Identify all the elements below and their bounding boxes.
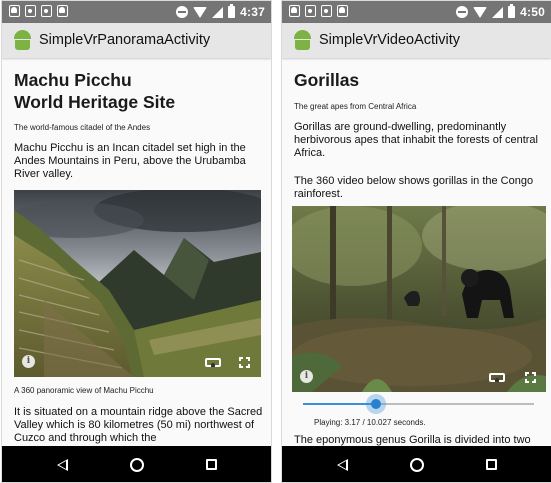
recents-icon[interactable] <box>206 459 217 470</box>
fullscreen-icon[interactable] <box>239 357 250 368</box>
video-frame[interactable] <box>292 206 546 392</box>
video-seek-bar[interactable] <box>303 394 534 414</box>
photo-notification-icon <box>41 5 52 17</box>
back-icon[interactable] <box>337 459 348 471</box>
page-title: Gorillas <box>294 70 360 90</box>
video-intro-paragraph: The 360 video below shows gorillas in th… <box>294 175 534 200</box>
app-bar: SimpleVrPanoramaActivity <box>2 23 271 58</box>
panorama-caption: A 360 panoramic view of Machu Picchu <box>14 386 154 395</box>
info-icon[interactable]: i <box>22 355 35 368</box>
android-notification-icon <box>57 5 68 17</box>
navigation-bar <box>2 446 271 482</box>
playback-status: Playing: 3.17 / 10.027 seconds. <box>314 418 426 427</box>
page-subtitle: The great apes from Central Africa <box>294 102 417 111</box>
panorama-view[interactable]: i <box>14 190 261 377</box>
page-title-line1: Machu Picchu <box>14 70 132 90</box>
battery-icon <box>228 4 236 18</box>
android-notification-icon <box>9 5 20 17</box>
android-notification-icon <box>337 5 348 17</box>
home-icon[interactable] <box>130 458 144 472</box>
photo-notification-icon <box>25 5 36 17</box>
wifi-icon <box>193 6 208 18</box>
status-bar: 4:37 <box>2 1 271 23</box>
status-time: 4:37 <box>240 5 265 19</box>
wifi-icon <box>473 6 488 18</box>
photo-notification-icon <box>321 5 332 17</box>
intro-paragraph: Machu Picchu is an Incan citadel set hig… <box>14 142 246 180</box>
intro-paragraph: Gorillas are ground-dwelling, predominan… <box>294 121 538 159</box>
home-icon[interactable] <box>410 458 424 472</box>
panorama-image[interactable] <box>14 190 261 377</box>
seek-thumb[interactable] <box>365 394 386 414</box>
genus-paragraph: The eponymous genus Gorilla is divided i… <box>294 434 531 446</box>
do-not-disturb-icon <box>176 6 189 18</box>
status-time: 4:50 <box>520 5 545 19</box>
description-paragraph: It is situated on a mountain ridge above… <box>14 406 263 444</box>
android-logo-icon <box>292 29 313 51</box>
navigation-bar <box>282 446 551 482</box>
signal-icon <box>212 6 224 18</box>
signal-icon <box>492 6 504 18</box>
scroll-content[interactable]: Gorillas The great apes from Central Afr… <box>282 58 551 446</box>
status-bar: 4:50 <box>282 1 551 23</box>
vr-video-view[interactable]: i <box>292 206 546 392</box>
recents-icon[interactable] <box>486 459 497 470</box>
app-bar: SimpleVrVideoActivity <box>282 23 551 58</box>
panorama-screen: 4:37 SimpleVrPanoramaActivity Machu Picc… <box>1 0 272 483</box>
fullscreen-icon[interactable] <box>525 372 536 383</box>
app-title: SimpleVrPanoramaActivity <box>39 32 211 48</box>
do-not-disturb-icon <box>456 6 469 18</box>
video-screen: 4:50 SimpleVrVideoActivity Gorillas The … <box>281 0 551 483</box>
android-logo-icon <box>12 29 33 51</box>
cardboard-icon[interactable] <box>205 358 221 367</box>
back-icon[interactable] <box>57 459 68 471</box>
cardboard-icon[interactable] <box>489 373 505 382</box>
scroll-content[interactable]: Machu Picchu World Heritage Site The wor… <box>2 58 271 446</box>
photo-notification-icon <box>305 5 316 17</box>
app-title: SimpleVrVideoActivity <box>319 32 461 48</box>
page-title-line2: World Heritage Site <box>14 92 176 112</box>
battery-icon <box>508 4 516 18</box>
info-icon[interactable]: i <box>300 370 313 383</box>
page-subtitle: The world-famous citadel of the Andes <box>14 123 151 132</box>
android-notification-icon <box>289 5 300 17</box>
